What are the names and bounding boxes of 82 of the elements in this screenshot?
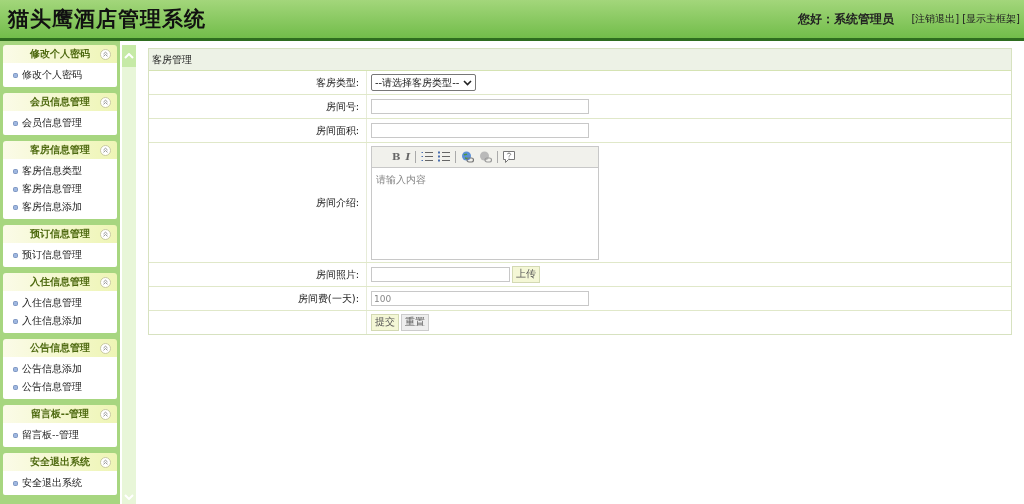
- chevron-down-icon: [463, 79, 473, 86]
- menu-item[interactable]: 公告信息管理: [3, 378, 117, 396]
- bullet-icon: [13, 120, 18, 126]
- field-label: 房间号:: [325, 99, 359, 114]
- menu-item-label[interactable]: 公告信息添加: [22, 362, 82, 376]
- field-label: 房间照片:: [315, 267, 359, 282]
- globe-unlink-icon[interactable]: [479, 150, 493, 163]
- collapse-icon[interactable]: [100, 276, 111, 288]
- menu-item[interactable]: 入住信息添加: [3, 312, 117, 330]
- menu-group-header[interactable]: 会员信息管理: [3, 93, 117, 111]
- menu-item-label[interactable]: 客房信息管理: [22, 182, 82, 196]
- bullet-icon: [13, 432, 18, 438]
- menu-item-label[interactable]: 安全退出系统: [22, 476, 82, 490]
- menu-item[interactable]: 客房信息类型: [3, 162, 117, 180]
- menu-group-header[interactable]: 预订信息管理: [3, 225, 117, 243]
- collapse-icon[interactable]: [100, 408, 111, 420]
- menu-item[interactable]: 预订信息管理: [3, 246, 117, 264]
- text-input-field[interactable]: [371, 123, 589, 138]
- header-link[interactable]: [注销退出]: [911, 12, 960, 26]
- menu-item-label[interactable]: 修改个人密码: [22, 68, 82, 82]
- text-input-field[interactable]: 100: [371, 291, 589, 306]
- menu-group-header[interactable]: 修改个人密码: [3, 45, 117, 63]
- collapse-icon[interactable]: [100, 456, 111, 468]
- menu-item[interactable]: 会员信息管理: [3, 114, 117, 132]
- editor-placeholder: 请输入内容: [376, 173, 426, 185]
- field-label: 房间介绍:: [315, 195, 359, 210]
- bullet-icon: [13, 186, 18, 192]
- app-title: 猫头鹰酒店管理系统: [8, 5, 206, 33]
- globe-link-icon[interactable]: [461, 150, 475, 163]
- menu-item[interactable]: 留言板--管理: [3, 426, 117, 444]
- bullet-icon: [13, 204, 18, 210]
- menu-item-label[interactable]: 公告信息管理: [22, 380, 82, 394]
- collapse-icon[interactable]: [100, 144, 111, 156]
- header-link[interactable]: [显示主框架]: [962, 12, 1020, 26]
- field-label: 房间面积:: [315, 123, 359, 138]
- greeting-text: 您好：系统管理员: [798, 10, 895, 28]
- room-type-select[interactable]: --请选择客房类型--: [371, 74, 477, 91]
- menu-group-header[interactable]: 留言板--管理: [3, 405, 117, 423]
- form-button[interactable]: 重置: [401, 314, 429, 331]
- menu-item[interactable]: 公告信息添加: [3, 360, 117, 378]
- field-label: 房间费(一天):: [297, 291, 359, 306]
- menu-item[interactable]: 客房信息添加: [3, 198, 117, 216]
- menu-item[interactable]: 修改个人密码: [3, 66, 117, 84]
- menu-item[interactable]: 安全退出系统: [3, 474, 117, 492]
- menu-item[interactable]: 客房信息管理: [3, 180, 117, 198]
- menu-item-label[interactable]: 留言板--管理: [22, 428, 79, 442]
- panel-title: 客房管理: [149, 49, 1011, 71]
- bullet-icon: [13, 72, 18, 78]
- editor-content-area[interactable]: 请输入内容: [372, 167, 598, 259]
- collapse-icon[interactable]: [100, 342, 111, 354]
- italic-button[interactable]: I: [405, 151, 411, 162]
- help-icon[interactable]: [503, 150, 516, 163]
- bullet-icon: [13, 384, 18, 390]
- field-label: 客房类型:: [315, 75, 359, 90]
- menu-group-header[interactable]: 客房信息管理: [3, 141, 117, 159]
- rich-text-editor[interactable]: B I 请输入内容: [371, 145, 599, 260]
- menu-group-header[interactable]: 公告信息管理: [3, 339, 117, 357]
- collapse-icon[interactable]: [100, 96, 111, 108]
- bullet-icon: [13, 318, 18, 324]
- menu-item-label[interactable]: 客房信息类型: [22, 164, 82, 178]
- menu-group-header[interactable]: 入住信息管理: [3, 273, 117, 291]
- menu-group-header[interactable]: 安全退出系统: [3, 453, 117, 471]
- menu-item-label[interactable]: 会员信息管理: [22, 116, 82, 130]
- menu-item-label[interactable]: 预订信息管理: [22, 248, 82, 262]
- bullet-list-icon[interactable]: [438, 151, 451, 162]
- text-input-field[interactable]: [371, 99, 589, 114]
- bullet-icon: [13, 300, 18, 306]
- photo-path-field[interactable]: [371, 267, 510, 282]
- collapse-icon[interactable]: [100, 228, 111, 240]
- bullet-icon: [13, 480, 18, 486]
- bullet-icon: [13, 168, 18, 174]
- menu-item-label[interactable]: 入住信息添加: [22, 314, 82, 328]
- bullet-icon: [13, 366, 18, 372]
- upload-button[interactable]: 上传: [512, 266, 540, 283]
- numbered-list-icon[interactable]: [421, 151, 434, 162]
- bold-button[interactable]: B: [392, 151, 401, 162]
- form-button[interactable]: 提交: [371, 314, 399, 331]
- menu-item-label[interactable]: 入住信息管理: [22, 296, 82, 310]
- menu-item[interactable]: 入住信息管理: [3, 294, 117, 312]
- bullet-icon: [13, 252, 18, 258]
- collapse-icon[interactable]: [100, 48, 111, 60]
- menu-item-label[interactable]: 客房信息添加: [22, 200, 82, 214]
